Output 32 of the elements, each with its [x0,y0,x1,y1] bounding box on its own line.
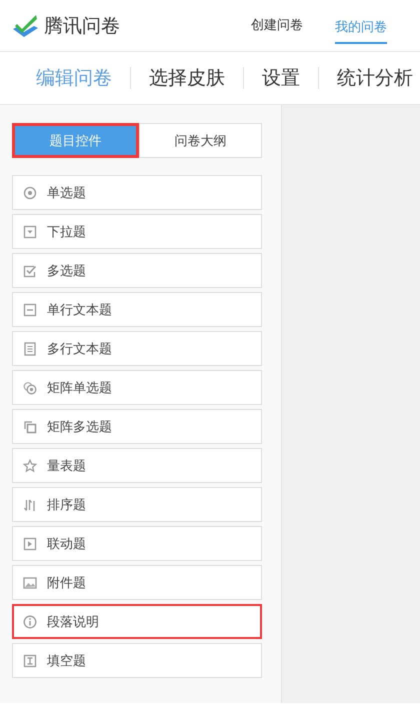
tab[interactable]: 选择皮肤 [131,65,243,91]
question-type-button[interactable]: 联动题 [12,526,262,561]
logo-text: 腾讯问卷 [44,14,120,38]
question-type-button[interactable]: 填空题 [12,643,262,678]
question-type-button[interactable]: 多选题 [12,253,262,288]
question-type-button[interactable]: 排序题 [12,487,262,522]
question-type-button[interactable]: 附件题 [12,565,262,600]
image-icon [23,576,37,590]
checkbox-icon [23,264,37,278]
question-type-button[interactable]: 多行文本题 [12,331,262,366]
squares-icon [23,420,37,434]
info-icon [23,614,37,628]
radio-icon [23,380,37,394]
question-type-button[interactable]: 矩阵单选题 [12,370,262,405]
question-type-button[interactable]: 矩阵多选题 [12,409,262,444]
nav-link[interactable]: 创建问卷 [235,0,319,51]
question-type-button[interactable]: 下拉题 [12,214,262,249]
dropdown-icon [23,224,37,238]
tab[interactable]: 设置 [244,65,318,91]
play-icon [23,536,37,550]
question-type-button[interactable]: 量表题 [12,448,262,483]
question-type-button[interactable]: 单行文本题 [12,292,262,327]
star-icon [23,458,37,472]
document-icon [23,342,37,356]
radio-icon [23,186,37,200]
logo-icon [12,12,40,38]
panel-tab[interactable]: 问卷大纲 [139,123,262,158]
question-type-button[interactable]: 单选题 [12,175,262,210]
tab[interactable]: 统计分析 [319,65,420,91]
text-cursor-icon [23,654,37,668]
sort-icon [23,498,37,512]
question-type-button[interactable]: 段落说明 [12,604,262,639]
